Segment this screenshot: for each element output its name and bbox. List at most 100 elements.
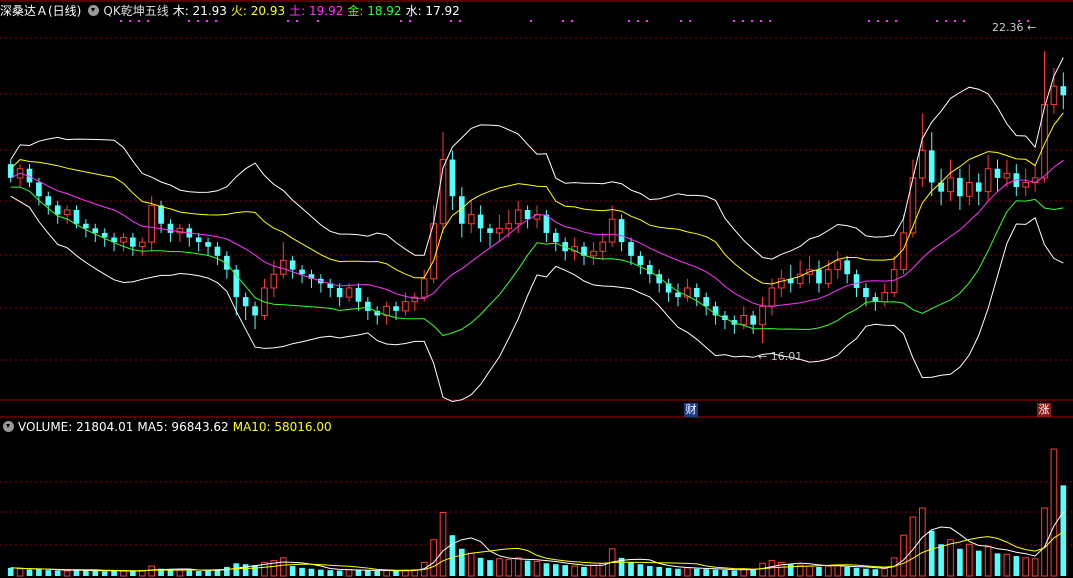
candle-body xyxy=(138,241,146,248)
volume-bar xyxy=(36,569,42,576)
marker-dot xyxy=(760,20,762,22)
marker-dot xyxy=(317,20,319,22)
candle-body xyxy=(449,159,456,197)
volume-bar xyxy=(120,570,127,577)
candle-body xyxy=(759,305,766,326)
volume-bar xyxy=(7,567,14,576)
volume-bar xyxy=(299,567,305,576)
candle-body xyxy=(289,260,296,270)
marker-dot xyxy=(936,20,938,22)
volume-bar xyxy=(111,570,117,576)
volume-bar xyxy=(900,534,907,577)
volume-bar xyxy=(1003,553,1011,577)
volume-bar xyxy=(759,562,766,577)
volume-bar xyxy=(252,565,258,576)
marker-dot xyxy=(296,20,298,22)
marker-dot xyxy=(129,20,131,22)
volume-bar xyxy=(957,548,963,576)
candle-body xyxy=(740,314,748,326)
rise-tag[interactable]: 涨 xyxy=(1037,403,1051,417)
marker-dot xyxy=(945,20,947,22)
low-price-label: ← 16.01 xyxy=(758,350,803,363)
volume-bar xyxy=(675,568,681,576)
candle-body xyxy=(703,297,709,307)
candle-body xyxy=(1060,86,1067,96)
volume-bar xyxy=(148,565,155,577)
candle-body xyxy=(524,210,531,220)
volume-bar xyxy=(393,571,399,576)
dropdown-icon[interactable] xyxy=(88,5,100,16)
volume-bar xyxy=(994,553,1001,576)
marker-dot xyxy=(400,20,402,22)
marker-dot xyxy=(197,20,199,22)
volume-bar xyxy=(176,569,184,577)
volume-bar xyxy=(750,569,756,576)
candle-body xyxy=(881,292,889,303)
candle-body xyxy=(73,210,80,224)
candle-body xyxy=(1003,172,1011,179)
candlestick-series xyxy=(7,51,1067,343)
indicator-name[interactable]: QK乾坤五线 xyxy=(103,4,168,18)
volume-value: VOLUME: 21804.01 xyxy=(18,420,134,434)
marker-dot xyxy=(188,20,190,22)
marker-dot xyxy=(895,20,897,22)
candle-body xyxy=(233,269,240,298)
volume-bar xyxy=(693,568,700,576)
candle-body xyxy=(928,150,935,183)
volume-bar xyxy=(1022,557,1030,577)
dropdown-icon[interactable] xyxy=(3,421,14,432)
candle-body xyxy=(54,205,61,215)
marker-dot xyxy=(877,20,879,22)
volume-bar xyxy=(514,557,522,577)
candle-body xyxy=(505,223,513,229)
candle-body xyxy=(467,214,475,225)
volume-bar xyxy=(731,570,738,576)
marker-dot xyxy=(954,20,956,22)
volume-bar xyxy=(477,557,484,576)
volume-bar xyxy=(26,569,33,576)
volume-bar xyxy=(703,569,709,576)
volume-bar xyxy=(54,570,61,576)
candle-body xyxy=(130,237,136,247)
volume-bar xyxy=(628,562,634,576)
volume-bar xyxy=(365,570,371,576)
indicator-lines xyxy=(10,57,1064,572)
candle-body xyxy=(167,223,174,233)
volume-bar xyxy=(327,570,334,576)
volume-bar xyxy=(195,571,202,576)
top-markers xyxy=(120,20,1029,22)
marker-dot xyxy=(206,20,208,22)
volume-bar xyxy=(975,550,982,576)
candle-body xyxy=(63,209,71,216)
marker-dot xyxy=(733,20,735,22)
candle-body xyxy=(693,287,700,298)
legend-mu: 木: 21.93 xyxy=(172,4,227,18)
candle-body xyxy=(863,287,869,298)
volume-bar xyxy=(355,570,362,576)
volume-bar xyxy=(863,568,869,576)
volume-bar xyxy=(487,560,493,576)
candle-body xyxy=(778,278,785,289)
volume-bar xyxy=(590,564,597,577)
volume-bar xyxy=(656,566,662,576)
volume-bar xyxy=(806,565,813,577)
stock-title[interactable]: 深桑达Ａ(日线) xyxy=(0,4,81,18)
volume-bar xyxy=(928,530,935,576)
candle-body xyxy=(242,297,249,307)
candle-body xyxy=(420,278,428,298)
volume-bar xyxy=(881,568,889,577)
marker-dot xyxy=(646,20,648,22)
candle-body xyxy=(299,269,305,275)
marker-dot xyxy=(886,20,888,22)
volume-bar xyxy=(505,559,513,577)
marker-dot xyxy=(769,20,771,22)
marker-dot xyxy=(138,20,140,22)
candle-body xyxy=(816,269,822,284)
candle-body xyxy=(994,168,1001,178)
volume-bar xyxy=(101,571,108,576)
marker-dot xyxy=(530,20,532,22)
marker-dot xyxy=(637,20,639,22)
volume-bar xyxy=(186,570,193,576)
candle-body xyxy=(768,287,776,307)
finance-tag[interactable]: 财 xyxy=(684,403,698,417)
